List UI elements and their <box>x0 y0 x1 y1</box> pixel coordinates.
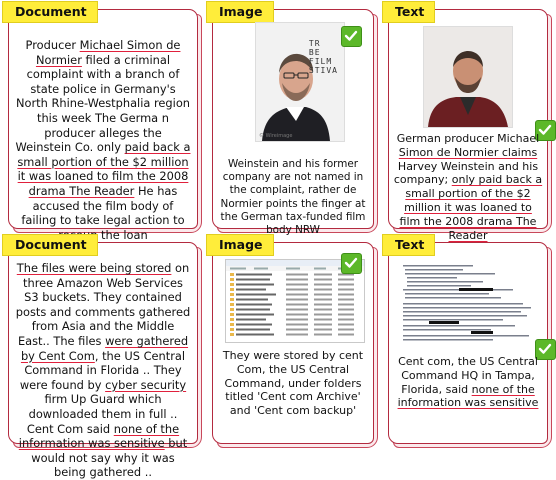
document-text: Producer Michael Simon de Normier filed … <box>15 38 191 242</box>
text-tag: Text <box>382 1 436 23</box>
normier-photo <box>423 26 513 128</box>
document-tag: Document <box>2 234 98 256</box>
image-tag: Image <box>206 1 274 23</box>
text-caption: German producer Michael Simon de Normier… <box>393 132 543 242</box>
image-tag: Image <box>206 234 274 256</box>
check-icon <box>341 26 362 47</box>
text-caption: Cent com, the US Central Command HQ in T… <box>397 355 539 410</box>
document-card-1: Document Producer Michael Simon de Normi… <box>2 1 202 242</box>
image-caption: Weinstein and his former company are not… <box>220 158 366 237</box>
check-icon <box>341 253 362 274</box>
image-card-1: Image TR BE FILM STIVA © Wireimage Weins… <box>206 1 378 236</box>
document-card-2: Document The files were being stored on … <box>2 234 202 479</box>
watermark: © Wireimage <box>259 133 293 139</box>
festival-sign: TR BE FILM STIVA <box>308 39 338 75</box>
text-card-1: Text German producer Michael Simon de No… <box>382 1 556 242</box>
document-tag: Document <box>2 1 98 23</box>
text-tag: Text <box>382 234 436 256</box>
document-text: The files were being stored on three Ama… <box>15 261 191 480</box>
image-caption: They were stored by cent Com, the US Cen… <box>222 349 364 418</box>
image-card-2: Image They were stored by cent Com, the … <box>206 234 378 448</box>
weinstein-photo: TR BE FILM STIVA © Wireimage <box>255 22 345 142</box>
code-screenshot <box>399 261 539 347</box>
text-card-2: Text Cent com, the US Central Command HQ… <box>382 234 556 448</box>
